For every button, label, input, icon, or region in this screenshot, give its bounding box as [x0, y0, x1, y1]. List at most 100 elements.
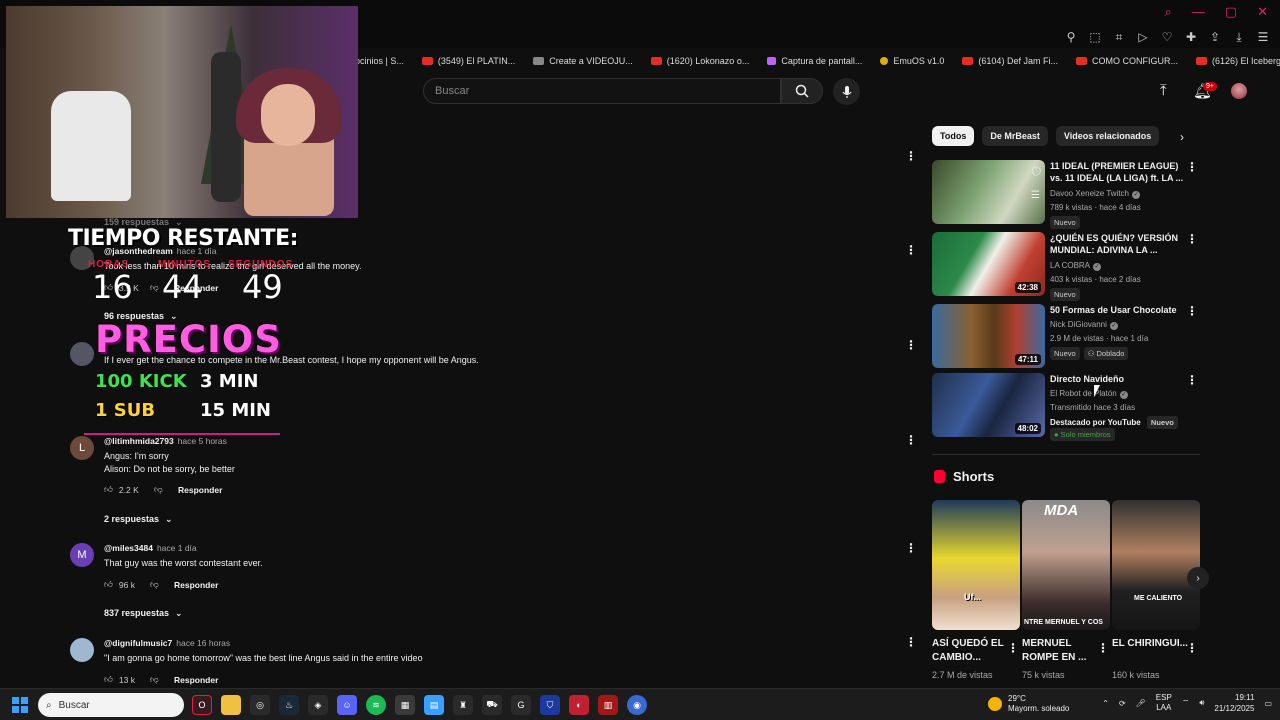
add-to-queue-icon[interactable]: ☰	[1031, 190, 1040, 201]
steam-icon[interactable]: ♨	[279, 695, 299, 715]
folder-icon[interactable]	[221, 695, 241, 715]
voice-search-button[interactable]	[833, 78, 860, 105]
notifications-icon[interactable]: ▭	[1264, 699, 1272, 708]
short-menu-icon[interactable]: ⋮	[1097, 641, 1109, 655]
opera-gx-icon[interactable]: O	[192, 695, 212, 715]
like-button[interactable]: 👍︎ 2.2 K	[104, 484, 154, 495]
bookmark[interactable]: (3549) El PLATIN...	[421, 56, 515, 66]
short-thumbnail[interactable]: Uf...	[932, 500, 1020, 630]
wifi-icon[interactable]: ⌔	[1182, 698, 1190, 708]
like-button[interactable]: 👍︎ 13 k	[104, 674, 150, 685]
bookmark[interactable]: (1620) Lokonazo o...	[650, 56, 749, 66]
taskbar-search[interactable]: ⌕ Buscar	[38, 693, 184, 717]
steelseries-icon[interactable]: ◎	[250, 695, 270, 715]
download-icon[interactable]: ⤓	[1232, 30, 1246, 45]
chip-all[interactable]: Todos	[932, 126, 975, 146]
related-video[interactable]: 48:02 Directo Navideño El Robot de Plató…	[932, 373, 1200, 441]
comment-menu-icon[interactable]: ⋮	[905, 149, 917, 163]
game-icon[interactable]: ♜	[453, 695, 473, 715]
bookmark[interactable]: Create a VIDEOJU...	[533, 56, 633, 66]
reply-button[interactable]: Responder	[178, 485, 222, 495]
sync-icon[interactable]: ⟳	[1119, 699, 1126, 708]
short-thumbnail[interactable]: ME CALIENTO	[1112, 500, 1200, 630]
menu-icon[interactable]: ☰	[1256, 30, 1270, 45]
short-menu-icon[interactable]: ⋮	[1007, 641, 1019, 655]
bookmark[interactable]: (6126) El Iceberg...	[1195, 56, 1280, 66]
watch-later-icon[interactable]: 🕓︎	[1032, 164, 1042, 179]
replies-toggle[interactable]: 837 respuestas ⌄	[104, 608, 183, 619]
overwolf-icon[interactable]: ◈	[308, 695, 328, 715]
bookmark[interactable]: (6104) Def Jam Fi...	[962, 56, 1058, 66]
heart-icon[interactable]: ♡	[1160, 30, 1174, 45]
bookmark[interactable]: EmuOS v1.0	[880, 56, 944, 66]
video-thumbnail[interactable]: 48:02	[932, 373, 1045, 437]
comment-menu-icon[interactable]: ⋮	[905, 243, 917, 257]
chevron-up-icon[interactable]: ⌃	[1102, 699, 1109, 708]
dislike-icon[interactable]: 👎︎	[154, 484, 178, 495]
upload-icon[interactable]: ⤒	[1160, 82, 1167, 99]
avatar[interactable]	[1231, 83, 1247, 99]
related-video[interactable]: 42:38 ¿QUIÉN ES QUIÉN? VERSIÓN MUNDIAL: …	[932, 232, 1200, 301]
car-icon[interactable]: ⛟	[482, 695, 502, 715]
search-icon[interactable]: ⌕	[1165, 4, 1172, 20]
screenshot-icon[interactable]: ⬚	[1088, 30, 1102, 45]
chevron-right-icon[interactable]: ›	[1180, 130, 1184, 144]
shorts-next-button[interactable]: ›	[1187, 567, 1209, 589]
channel-name[interactable]: LA COBRA ✓	[1050, 261, 1102, 271]
comment-menu-icon[interactable]: ⋮	[905, 635, 917, 649]
related-video[interactable]: 47:11 50 Formas de Usar Chocolate Nick D…	[932, 304, 1200, 368]
app-icon[interactable]: G	[511, 695, 531, 715]
replies-toggle[interactable]: 2 respuestas ⌄	[104, 514, 173, 525]
channel-name[interactable]: El Robot de Platón ✓	[1050, 389, 1128, 399]
short-title[interactable]: ASÍ QUEDÓ EL CAMBIO...	[932, 637, 1014, 665]
video-title[interactable]: Directo Navideño	[1050, 373, 1188, 385]
bookmark[interactable]: ocinios | S...	[355, 56, 404, 66]
obs-icon[interactable]: ◉	[627, 695, 647, 715]
short-title[interactable]: MERNUEL ROMPE EN ...	[1022, 637, 1104, 665]
share-icon[interactable]: ⇪	[1208, 30, 1222, 45]
maximize-icon[interactable]: ▢	[1225, 4, 1237, 20]
bookmark[interactable]: COMO CONFIGUR...	[1075, 56, 1178, 66]
video-title[interactable]: ¿QUIÉN ES QUIÉN? VERSIÓN MUNDIAL: ADIVIN…	[1050, 232, 1188, 256]
video-thumbnail[interactable]: 47:11	[932, 304, 1045, 368]
dislike-icon[interactable]: 👎︎	[150, 579, 174, 590]
comment-menu-icon[interactable]: ⋮	[905, 433, 917, 447]
mic-icon[interactable]: 🎤︎	[1136, 699, 1146, 708]
video-thumbnail[interactable]: 42:38	[932, 232, 1045, 296]
short-menu-icon[interactable]: ⋮	[1186, 641, 1198, 655]
like-button[interactable]: 👍︎ 96 k	[104, 579, 150, 590]
pin-icon[interactable]: ⚲	[1064, 30, 1078, 45]
video-title[interactable]: 11 IDEAL (PREMIER LEAGUE) vs. 11 IDEAL (…	[1050, 160, 1188, 184]
weather-widget[interactable]: 29°C Mayorm. soleado	[988, 694, 1069, 714]
discord-icon[interactable]: ☺	[337, 695, 357, 715]
close-icon[interactable]: ✕	[1257, 4, 1268, 20]
video-title[interactable]: 50 Formas de Usar Chocolate	[1050, 304, 1188, 316]
search-button[interactable]	[781, 78, 823, 104]
chip-mrbeast[interactable]: De MrBeast	[982, 126, 1048, 146]
video-menu-icon[interactable]: ⋮	[1186, 304, 1198, 318]
clock[interactable]: 19:11 21/12/2025	[1214, 692, 1254, 714]
short-title[interactable]: EL CHIRINGUI...	[1112, 637, 1194, 651]
bookmark[interactable]: Captura de pantall...	[767, 56, 862, 66]
spotify-icon[interactable]: ≋	[366, 695, 386, 715]
chip-related[interactable]: Videos relacionados	[1055, 126, 1160, 146]
video-thumbnail[interactable]: 🕓︎ ☰	[932, 160, 1045, 224]
volume-icon[interactable]: 🔊︎	[1199, 698, 1204, 708]
comment-menu-icon[interactable]: ⋮	[905, 338, 917, 352]
comment-menu-icon[interactable]: ⋮	[905, 541, 917, 555]
extensions-icon[interactable]: ✚	[1184, 30, 1198, 45]
related-video[interactable]: 🕓︎ ☰ 11 IDEAL (PREMIER LEAGUE) vs. 11 ID…	[932, 160, 1200, 229]
channel-name[interactable]: Nick DiGiovanni ✓	[1050, 320, 1118, 330]
app-icon[interactable]: ◐	[569, 695, 589, 715]
app-icon[interactable]: ▦	[395, 695, 415, 715]
bitwarden-icon[interactable]: ⛉	[540, 695, 560, 715]
notepad-icon[interactable]: ▤	[424, 695, 444, 715]
translate-icon[interactable]: ⌗	[1112, 30, 1126, 45]
video-menu-icon[interactable]: ⋮	[1186, 232, 1198, 246]
video-menu-icon[interactable]: ⋮	[1186, 373, 1198, 387]
reply-button[interactable]: Responder	[174, 580, 218, 590]
short-thumbnail[interactable]: MDA NTRE MERNUEL Y COS	[1022, 500, 1110, 630]
dislike-icon[interactable]: 👎︎	[150, 674, 174, 685]
start-button[interactable]	[12, 697, 28, 713]
app-icon[interactable]: ▥	[598, 695, 618, 715]
